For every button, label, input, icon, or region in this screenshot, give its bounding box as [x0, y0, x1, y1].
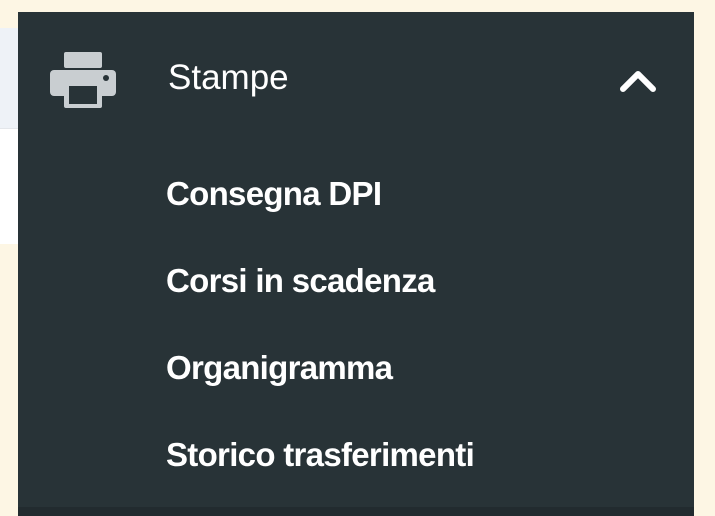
submenu-item-label: Organigramma — [166, 349, 393, 386]
submenu-item-label: Storico trasferimenti — [166, 436, 475, 473]
submenu-item-label: Corsi in scadenza — [166, 262, 435, 299]
chevron-up-icon[interactable] — [618, 68, 658, 94]
submenu-item-consegna-dpi[interactable]: Consegna DPI — [18, 162, 694, 249]
printer-icon — [50, 52, 116, 108]
background-panel-header — [0, 28, 18, 129]
sidebar-bottom-strip — [18, 507, 694, 516]
menu-section-label: Stampe — [168, 58, 289, 97]
submenu-item-label: Consegna DPI — [166, 175, 382, 212]
submenu-item-organigramma[interactable]: Organigramma — [18, 336, 694, 423]
submenu-item-corsi-in-scadenza[interactable]: Corsi in scadenza — [18, 249, 694, 336]
menu-section-stampe[interactable]: Stampe — [18, 12, 694, 138]
sidebar-menu: Stampe Consegna DPI Corsi in scadenza Or… — [18, 12, 694, 516]
background-panel — [0, 28, 19, 244]
submenu-item-storico-trasferimenti[interactable]: Storico trasferimenti — [18, 423, 694, 510]
submenu: Consegna DPI Corsi in scadenza Organigra… — [18, 162, 694, 510]
